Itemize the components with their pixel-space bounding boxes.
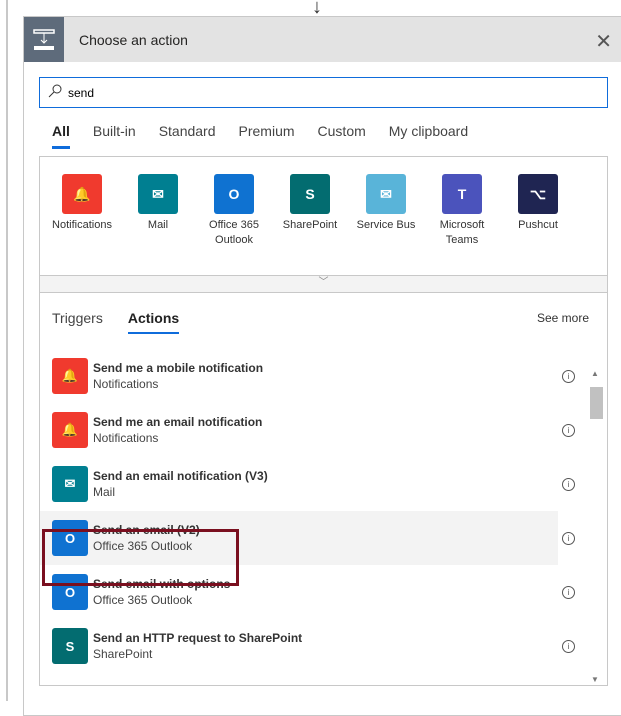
action-connector: Mail	[93, 485, 116, 499]
highlight-box	[42, 529, 239, 586]
action-title: Send me a mobile notification	[93, 361, 264, 375]
tab-custom[interactable]: Custom	[318, 123, 366, 149]
connector-office-365-outlook[interactable]: O Office 365 Outlook	[196, 174, 272, 248]
connector-label: Pushcut	[518, 219, 558, 231]
info-icon[interactable]: i	[562, 639, 575, 653]
close-icon[interactable]: ✕	[595, 29, 612, 54]
info-icon[interactable]: i	[562, 423, 575, 437]
connector-label: Notifications	[52, 219, 112, 231]
action-connector-icon: 🔔	[52, 412, 88, 448]
action-item[interactable]: S Send an HTTP request to SharePoint Share…	[40, 619, 575, 673]
action-icon	[24, 17, 64, 62]
info-icon[interactable]: i	[562, 585, 575, 599]
action-item[interactable]: 🔔 Send me a mobile notification Notificati…	[40, 349, 575, 403]
action-item[interactable]: ✉ Send an email notification (V3) Mail i	[40, 457, 575, 511]
info-icon[interactable]: i	[562, 531, 575, 545]
search-input[interactable]	[68, 85, 568, 100]
card-title: Choose an action	[79, 31, 188, 48]
action-connector-icon: 🔔	[52, 358, 88, 394]
connector-notifications[interactable]: 🔔 Notifications	[44, 174, 120, 248]
action-title: Send an HTTP request to SharePoint	[93, 631, 303, 645]
connector-icon: O	[214, 174, 254, 214]
action-connector: Notifications	[93, 431, 159, 445]
action-connector: Office 365 Outlook	[93, 593, 193, 607]
action-connector: Notifications	[93, 377, 159, 391]
canvas-edge	[6, 0, 8, 701]
connector-mail[interactable]: ✉ Mail	[120, 174, 196, 248]
tab-my-clipboard[interactable]: My clipboard	[389, 123, 468, 149]
info-icon[interactable]: i	[562, 369, 575, 383]
search-icon	[48, 84, 62, 101]
choose-action-card: Choose an action ✕ All Built-in Standard Pr…	[23, 16, 621, 716]
see-more-link[interactable]: See more	[537, 311, 589, 325]
tab-premium[interactable]: Premium	[239, 123, 295, 149]
tab-all[interactable]: All	[52, 123, 70, 149]
connectors-panel: 🔔 Notifications ✉ Mail O Office 365 Outlook S S…	[39, 156, 608, 293]
connector-icon: ✉	[366, 174, 406, 214]
connector-label: Microsoft Teams	[439, 219, 485, 246]
tab-standard[interactable]: Standard	[159, 123, 216, 149]
actions-panel: Triggers Actions See more 🔔 Send me a mobi…	[39, 293, 608, 686]
connector-label: SharePoint	[282, 219, 338, 231]
action-title: Send me an email notification	[93, 415, 263, 429]
category-tabs: All Built-in Standard Premium Custom My clipb…	[52, 123, 491, 149]
collapse-chevron-icon[interactable]: ﹀	[40, 275, 607, 292]
scrollbar[interactable]: ▲ ▼	[588, 369, 604, 689]
connector-icon: S	[290, 174, 330, 214]
info-icon[interactable]: i	[562, 477, 575, 491]
connector-sharepoint[interactable]: S SharePoint	[272, 174, 348, 248]
card-header: Choose an action ✕	[24, 17, 621, 62]
connector-icon: T	[442, 174, 482, 214]
connector-icon: ⌥	[518, 174, 558, 214]
tab-built-in[interactable]: Built-in	[93, 123, 136, 149]
action-connector: SharePoint	[93, 647, 153, 661]
action-item[interactable]: 🔔 Send me an email notification Notificati…	[40, 403, 575, 457]
connector-label: Service Bus	[356, 219, 416, 231]
tab-actions[interactable]: Actions	[127, 310, 180, 334]
tab-triggers[interactable]: Triggers	[52, 310, 103, 334]
connector-service-bus[interactable]: ✉ Service Bus	[348, 174, 424, 248]
action-connector-icon: ✉	[52, 466, 88, 502]
connector-icon: 🔔	[62, 174, 102, 214]
connector-pushcut[interactable]: ⌥ Pushcut	[500, 174, 576, 248]
connector-icon: ✉	[138, 174, 178, 214]
search-box[interactable]	[39, 77, 608, 108]
action-connector-icon: S	[52, 628, 88, 664]
connector-microsoft-teams[interactable]: T Microsoft Teams	[424, 174, 500, 248]
connector-label: Mail	[147, 219, 169, 231]
action-title: Send an email notification (V3)	[93, 469, 268, 483]
connector-label: Office 365 Outlook	[209, 219, 259, 246]
